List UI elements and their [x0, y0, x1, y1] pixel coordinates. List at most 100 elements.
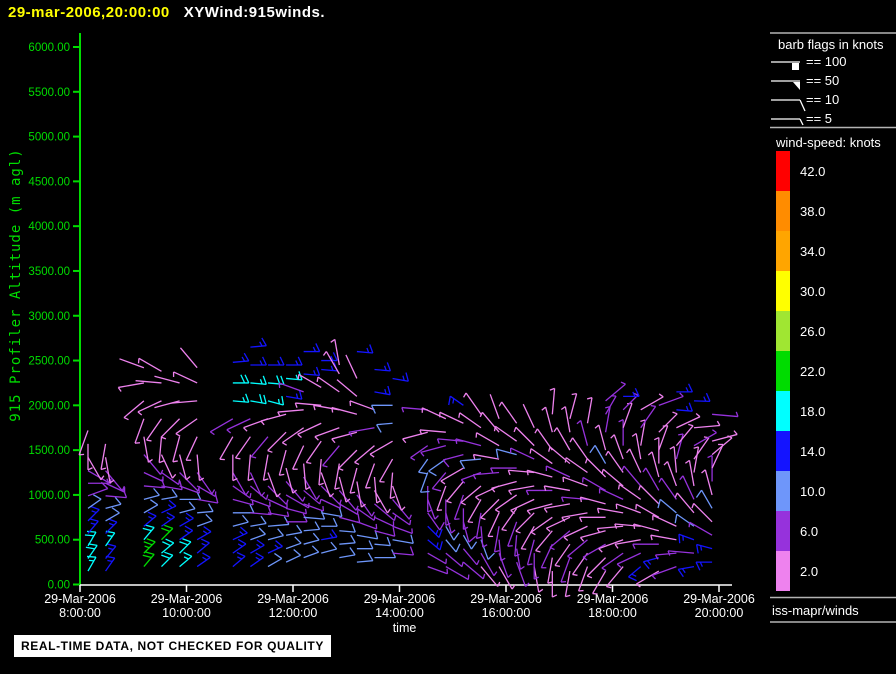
- barb-staff: [196, 531, 212, 541]
- barb-staff: [567, 539, 588, 557]
- wind-barb: [676, 413, 701, 429]
- barb-staff: [339, 542, 356, 545]
- barb-staff: [161, 505, 177, 514]
- barb-half-tick: [638, 485, 642, 491]
- wind-barb: [232, 374, 250, 384]
- barb-half-tick: [601, 469, 604, 475]
- barb-full-tick: [146, 538, 156, 543]
- barb-half-tick: [526, 510, 531, 515]
- wind-barb: [339, 534, 356, 545]
- barb-half-tick: [331, 407, 334, 413]
- x-tick-time-label: 14:00:00: [375, 606, 424, 620]
- barb-half-tick: [631, 432, 637, 437]
- barb-staff: [577, 566, 589, 592]
- wind-barb: [285, 494, 310, 509]
- barb-full-tick: [376, 424, 382, 433]
- wind-barb: [445, 566, 470, 581]
- barb-staff: [592, 570, 607, 594]
- barb-half-tick: [243, 427, 248, 432]
- wind-barb: [711, 443, 724, 469]
- barb-staff: [494, 494, 518, 511]
- barb-half-tick: [312, 346, 317, 352]
- wind-barb: [596, 507, 624, 514]
- barb-staff: [580, 496, 606, 505]
- barb-staff: [179, 517, 194, 527]
- barb-staff: [675, 433, 684, 460]
- wind-barb: [389, 472, 396, 500]
- barb-staff: [599, 487, 624, 500]
- barb-full-tick: [203, 526, 212, 533]
- barb-half-tick: [527, 563, 533, 566]
- barb-full-tick: [171, 488, 178, 497]
- wind-barb: [427, 512, 445, 531]
- wind-barb: [356, 552, 374, 563]
- x-tick-time-label: 20:00:00: [695, 606, 744, 620]
- barb-half-tick: [316, 495, 321, 500]
- barb-full-tick: [409, 546, 415, 556]
- barb-half-tick: [87, 467, 93, 471]
- wind-barb: [142, 524, 155, 541]
- wind-barb: [622, 402, 633, 428]
- barb-half-tick: [178, 479, 181, 485]
- wind-barb: [525, 489, 553, 496]
- x-tick-time-label: 16:00:00: [482, 606, 531, 620]
- wind-barb: [179, 501, 196, 514]
- y-axis-title: 915 Profiler Altitude (m agl): [8, 148, 24, 421]
- barb-full-tick: [200, 538, 210, 544]
- barb-staff: [635, 433, 642, 460]
- barb-staff: [658, 413, 678, 433]
- wind-barb: [278, 382, 304, 393]
- barb-half-tick: [548, 446, 551, 452]
- wind-barb: [658, 411, 678, 433]
- wind-barb: [143, 538, 156, 554]
- barb-full-tick: [418, 471, 428, 475]
- barb-staff: [522, 403, 535, 429]
- wind-barb: [440, 467, 464, 485]
- barb-staff: [491, 480, 517, 489]
- barb-staff: [419, 429, 446, 433]
- barb-half-tick: [267, 449, 273, 453]
- wind-barb: [491, 480, 517, 493]
- wind-barb: [374, 362, 392, 372]
- barb-staff: [676, 416, 701, 429]
- barb-half-tick: [579, 537, 585, 542]
- barb-staff: [475, 512, 482, 539]
- barb-staff: [622, 403, 633, 428]
- barb-staff: [349, 400, 375, 411]
- wind-barb: [105, 496, 122, 509]
- wind-barb: [87, 443, 93, 471]
- barb-full-tick: [142, 554, 152, 559]
- barb-half-tick: [515, 530, 521, 534]
- wind-barb: [161, 524, 174, 541]
- wind-barb: [679, 475, 695, 500]
- barb-half-tick: [493, 426, 496, 432]
- barb-staff: [356, 560, 373, 563]
- barb-half-tick: [436, 542, 439, 548]
- barb-staff: [459, 458, 482, 462]
- barb-staff: [455, 438, 482, 447]
- wind-barb: [647, 451, 660, 478]
- x-tick-date-label: 29-Mar-2006: [577, 592, 649, 606]
- wind-barb: [267, 396, 285, 406]
- barb-half-tick: [526, 470, 529, 476]
- wind-barb: [196, 538, 210, 554]
- barb-half-tick: [650, 404, 656, 408]
- barb-full-tick: [275, 540, 283, 547]
- barb-full-tick: [293, 549, 301, 556]
- wind-barb: [321, 507, 343, 518]
- colorbar-swatch: [776, 471, 790, 511]
- wind-barb: [427, 565, 449, 575]
- wind-barb: [285, 467, 298, 494]
- barb-staff: [462, 561, 484, 580]
- barb-full-tick: [261, 337, 267, 347]
- wind-barb: [374, 527, 396, 537]
- barb-half-tick: [564, 457, 567, 463]
- barb-half-tick: [259, 341, 263, 347]
- barb-full-tick: [114, 496, 122, 505]
- wind-barb: [427, 485, 433, 513]
- barb-full-tick: [111, 507, 120, 514]
- colorbar-label: 2.0: [800, 564, 818, 579]
- barb-full-tick: [628, 576, 637, 582]
- barb-staff: [673, 446, 678, 473]
- barb-full-tick: [185, 512, 194, 519]
